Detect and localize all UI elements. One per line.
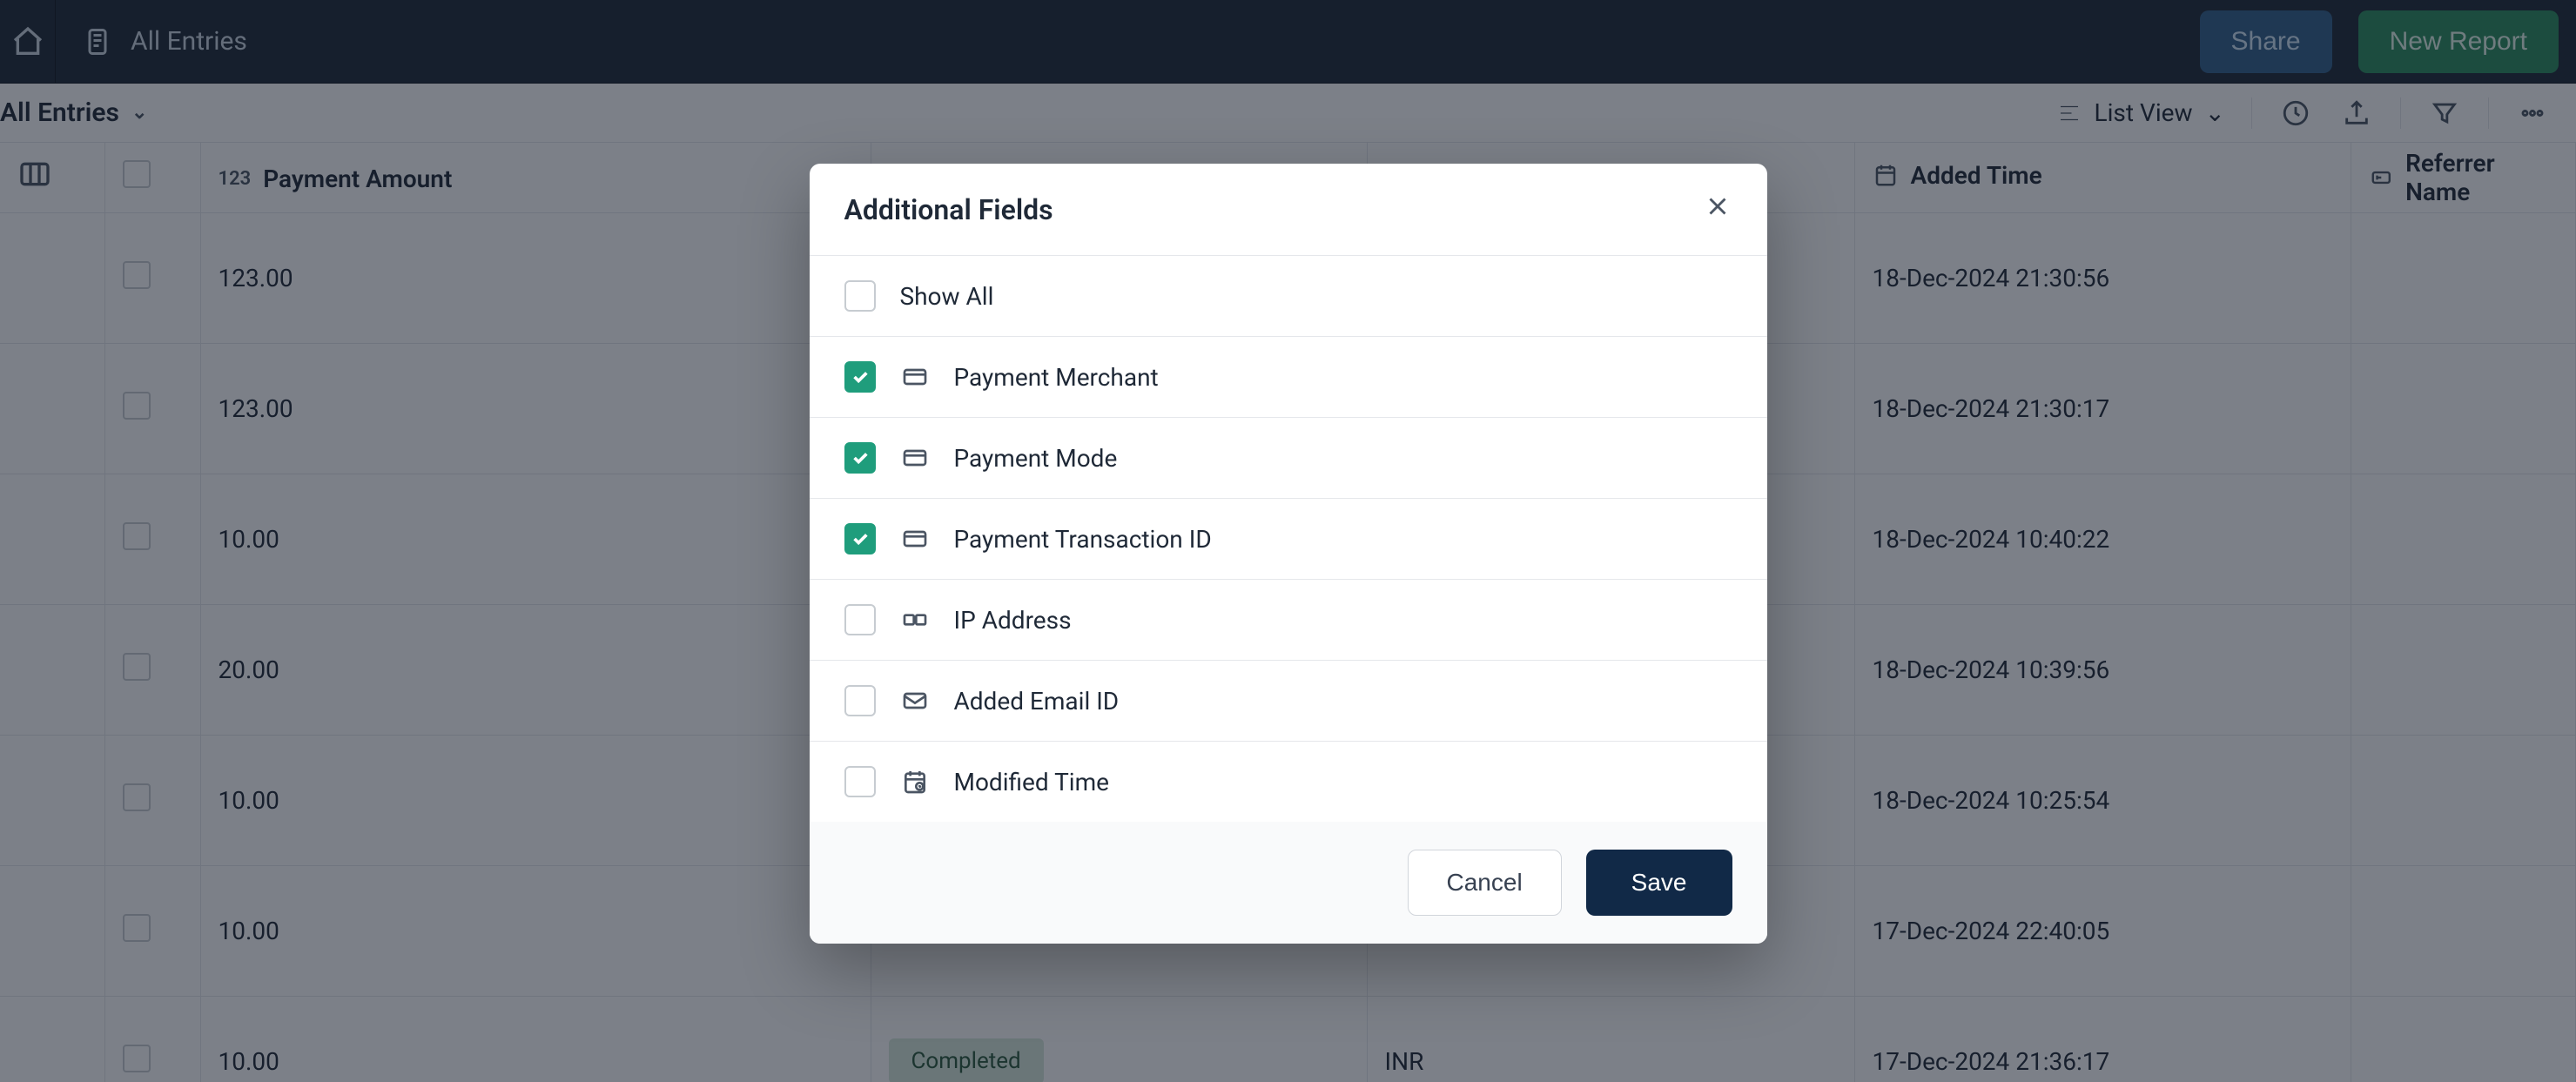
close-icon <box>1703 192 1732 221</box>
check-icon <box>851 448 870 467</box>
field-checkbox[interactable] <box>844 280 876 312</box>
card-icon <box>900 524 930 554</box>
additional-fields-modal: Additional Fields Show All Payment Mercha… <box>810 164 1767 944</box>
modal-overlay: Additional Fields Show All Payment Mercha… <box>0 0 2576 1082</box>
field-label: Added Email ID <box>954 687 1120 716</box>
field-option[interactable]: Modified Time <box>810 742 1767 822</box>
calendar-icon <box>900 767 930 796</box>
text-icon <box>900 605 930 635</box>
field-checkbox[interactable] <box>844 685 876 716</box>
check-icon <box>851 529 870 548</box>
cancel-button[interactable]: Cancel <box>1408 850 1562 916</box>
field-checkbox[interactable] <box>844 766 876 797</box>
check-icon <box>851 367 870 386</box>
field-option[interactable]: IP Address <box>810 580 1767 661</box>
field-option[interactable]: Added Email ID <box>810 661 1767 742</box>
mail-icon <box>900 686 930 716</box>
field-label: Payment Merchant <box>954 363 1159 392</box>
field-label: Modified Time <box>954 768 1110 796</box>
field-label: Payment Transaction ID <box>954 525 1212 554</box>
save-button[interactable]: Save <box>1586 850 1732 916</box>
close-button[interactable] <box>1703 192 1732 227</box>
field-option[interactable]: Payment Mode <box>810 418 1767 499</box>
field-checkbox[interactable] <box>844 604 876 635</box>
field-option[interactable]: Show All <box>810 256 1767 337</box>
field-option[interactable]: Payment Transaction ID <box>810 499 1767 580</box>
field-checkbox[interactable] <box>844 361 876 393</box>
modal-title: Additional Fields <box>844 193 1053 226</box>
field-label: Payment Mode <box>954 444 1118 473</box>
field-label: IP Address <box>954 606 1072 635</box>
field-checkbox[interactable] <box>844 523 876 554</box>
field-option[interactable]: Payment Merchant <box>810 337 1767 418</box>
field-checkbox[interactable] <box>844 442 876 474</box>
card-icon <box>900 362 930 392</box>
card-icon <box>900 443 930 473</box>
field-label: Show All <box>900 282 994 311</box>
